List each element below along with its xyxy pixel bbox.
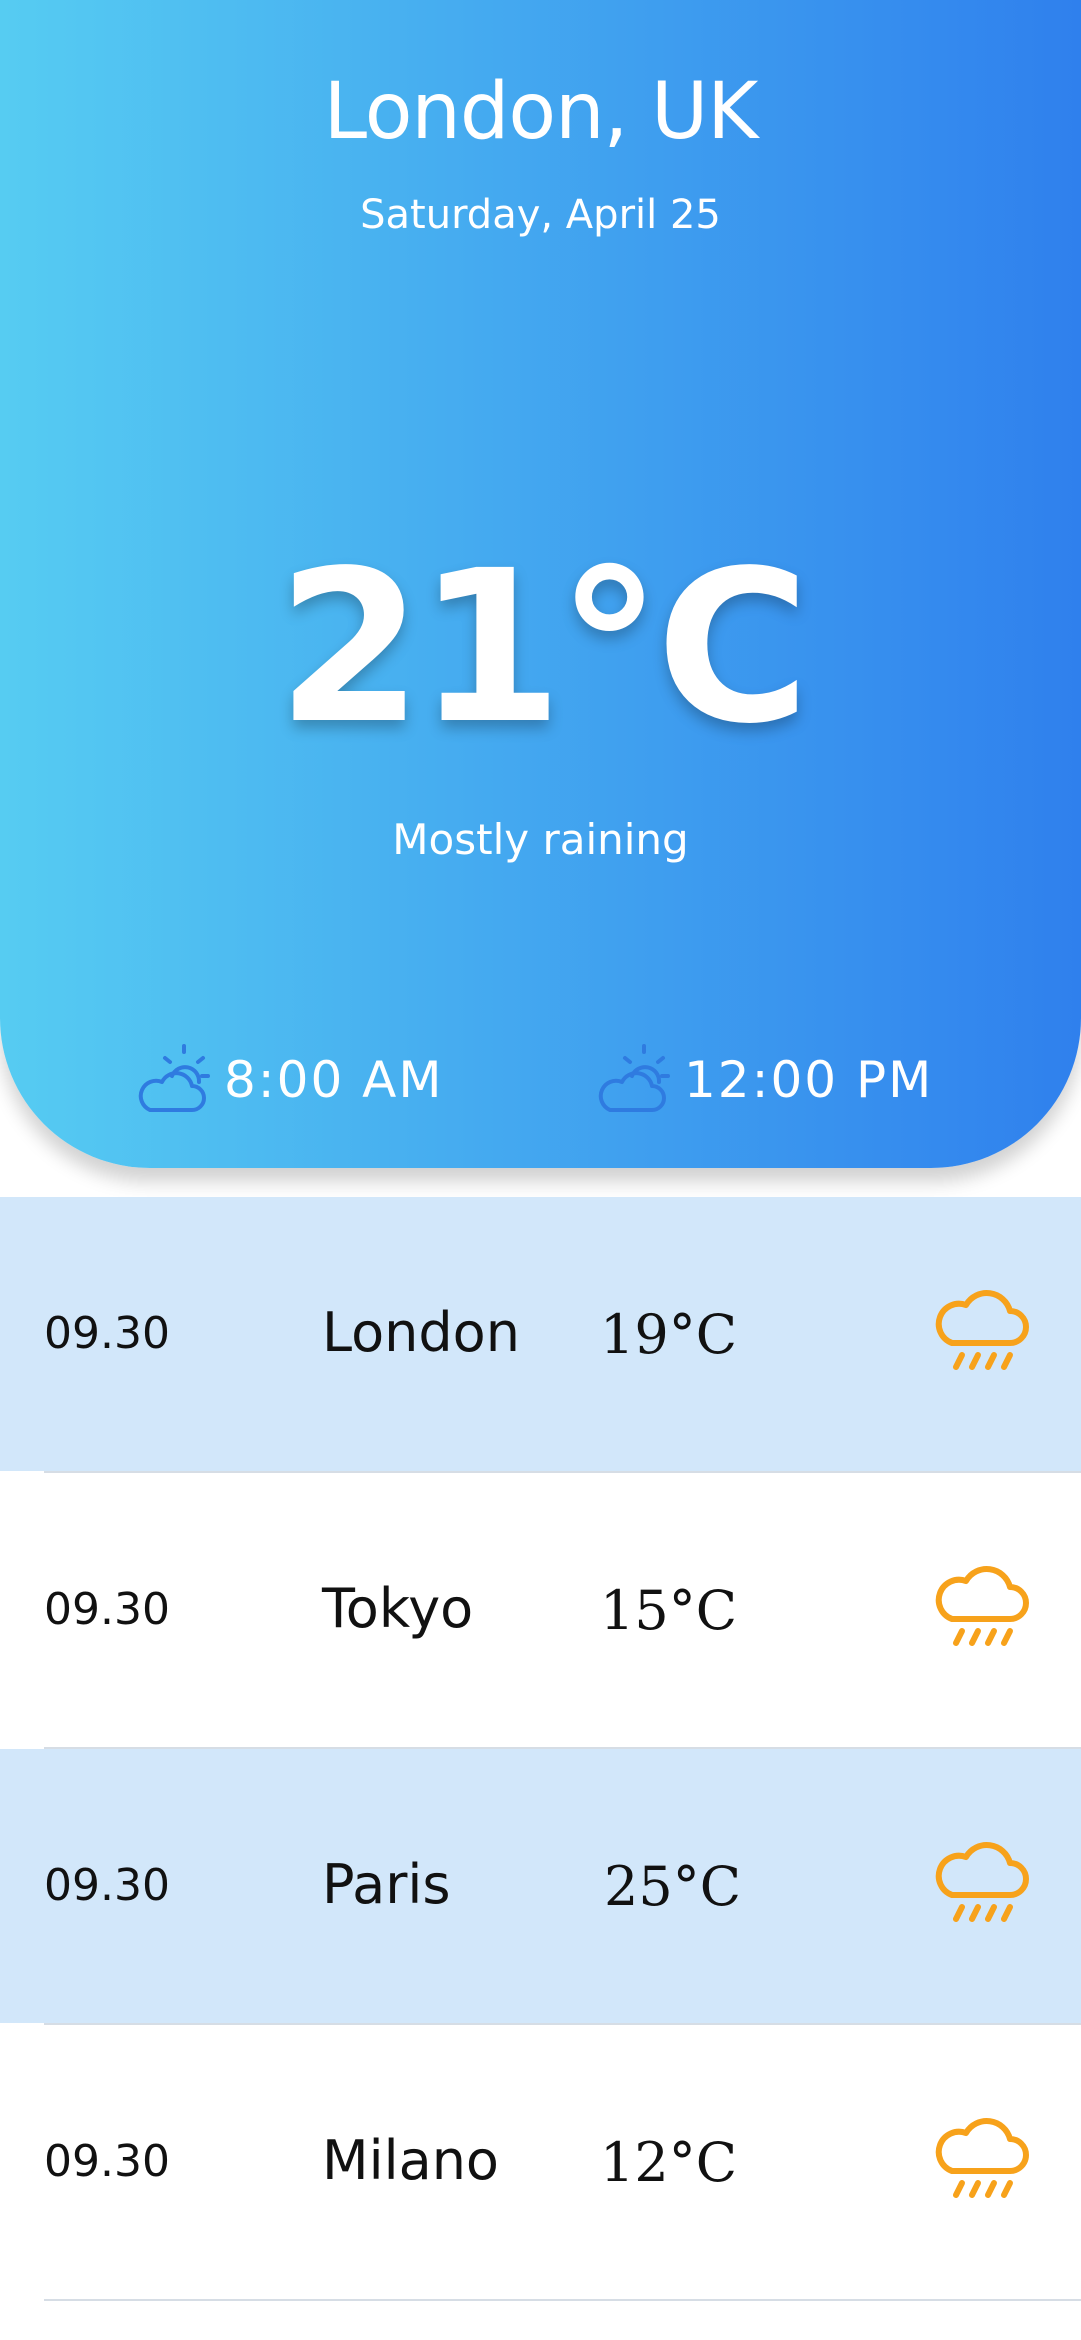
forecast-temperature: 15°C [600,1579,738,1642]
hourly-time: 12:00 PM [684,1051,934,1109]
forecast-temperature: 25°C [604,1855,742,1918]
forecast-city: Paris [322,1853,451,1916]
weather-condition: Mostly raining [392,815,689,864]
forecast-time: 09.30 [44,1860,170,1911]
hourly-time: 8:00 AM [224,1051,444,1109]
weather-hero: London, UK Saturday, April 25 21°C Mostl… [0,0,1081,1168]
forecast-row-tokyo[interactable]: 09.30 Tokyo 15°C [44,1473,1081,1749]
rain-icon [935,1290,1029,1370]
forecast-temperature: 12°C [600,2131,738,2194]
forecast-row-paris[interactable]: 09.30 Paris 25°C [0,1749,1081,2025]
forecast-row-milano[interactable]: 09.30 Milano 12°C [44,2025,1081,2301]
forecast-time: 09.30 [44,1584,170,1635]
forecast-time: 09.30 [44,1308,170,1359]
location-title: London, UK [323,67,759,157]
current-date: Saturday, April 25 [360,192,721,238]
current-temperature: 21°C [276,525,810,770]
rain-icon [935,2118,1029,2198]
partly-cloudy-icon [138,1044,210,1112]
forecast-time: 09.30 [44,2136,170,2187]
forecast-city: Tokyo [322,1577,474,1640]
forecast-city: Milano [322,2129,499,2192]
rain-icon [935,1842,1029,1922]
hourly-forecast-item[interactable]: 8:00 AM [132,1042,444,1118]
rain-icon [935,1566,1029,1646]
partly-cloudy-icon [598,1044,670,1112]
hourly-forecast-item[interactable]: 12:00 PM [592,1042,933,1118]
forecast-temperature: 19°C [600,1303,738,1366]
city-forecast-list: 09.30 London 19°C 09.30 Tokyo 15°C 09.30… [0,1197,1081,2301]
forecast-city: London [322,1301,520,1364]
forecast-row-london[interactable]: 09.30 London 19°C [0,1197,1081,1473]
